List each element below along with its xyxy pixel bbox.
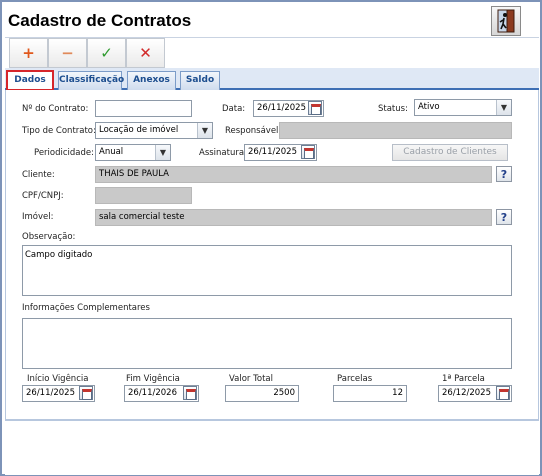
- cadastro-clientes-button[interactable]: Cadastro de Clientes: [392, 144, 508, 161]
- door-exit-icon: [497, 9, 515, 33]
- inicio-input[interactable]: 26/11/2025: [22, 385, 95, 402]
- tab-anexos[interactable]: Anexos: [127, 71, 176, 90]
- status-select[interactable]: Ativo ▼: [414, 99, 512, 116]
- data-value: 26/11/2025: [257, 103, 306, 113]
- data-label: Data:: [222, 104, 246, 114]
- imovel-label: Imóvel:: [22, 212, 54, 222]
- calendar-icon[interactable]: [183, 386, 197, 400]
- window-title: Cadastro de Contratos: [8, 11, 192, 30]
- info-textarea[interactable]: [22, 318, 512, 369]
- cpf-label: CPF/CNPJ:: [22, 191, 64, 201]
- dados-panel: Nº do Contrato: Data: 26/11/2025 Status:…: [5, 90, 539, 420]
- calendar-icon[interactable]: [308, 101, 322, 115]
- chevron-down-icon[interactable]: ▼: [197, 123, 212, 138]
- inicio-value: 26/11/2025: [26, 388, 75, 398]
- tipo-value: Locação de imóvel: [99, 125, 179, 135]
- footer-area: [5, 420, 539, 475]
- status-label: Status:: [378, 104, 408, 114]
- periodicidade-value: Anual: [99, 147, 124, 157]
- parcelas-label: Parcelas: [337, 374, 373, 384]
- assinatura-input[interactable]: 26/11/2025: [244, 144, 317, 161]
- imovel-field: sala comercial teste: [95, 209, 492, 226]
- calendar-icon[interactable]: [496, 386, 510, 400]
- observacao-label: Observação:: [22, 232, 76, 242]
- info-label: Informações Complementares: [22, 303, 150, 313]
- cpf-field: [95, 187, 192, 204]
- inicio-label: Início Vigência: [27, 374, 89, 384]
- help-icon[interactable]: ?: [496, 166, 512, 182]
- tab-dados[interactable]: Dados: [6, 70, 54, 91]
- primeira-input[interactable]: 26/12/2025: [438, 385, 512, 402]
- primeira-label: 1ª Parcela: [442, 374, 485, 384]
- primeira-value: 26/12/2025: [442, 388, 491, 398]
- tipo-label: Tipo de Contrato:: [22, 126, 96, 136]
- confirm-button[interactable]: ✓: [87, 38, 126, 68]
- chevron-down-icon[interactable]: ▼: [155, 145, 170, 160]
- help-icon[interactable]: ?: [496, 209, 512, 225]
- tab-classificacao[interactable]: Classificação: [58, 71, 124, 90]
- tipo-select[interactable]: Locação de imóvel ▼: [95, 122, 213, 139]
- valor-input[interactable]: 2500: [225, 385, 299, 402]
- periodicidade-select[interactable]: Anual ▼: [95, 144, 171, 161]
- calendar-icon[interactable]: [301, 145, 315, 159]
- responsavel-label: Responsável:: [225, 126, 282, 136]
- numero-label: Nº do Contrato:: [22, 104, 89, 114]
- parcelas-input[interactable]: 12: [333, 385, 407, 402]
- status-value: Ativo: [418, 102, 440, 112]
- add-button[interactable]: +: [9, 38, 48, 68]
- fim-input[interactable]: 26/11/2026: [124, 385, 199, 402]
- tab-bar: Dados Classificação Anexos Saldo: [5, 68, 539, 91]
- fim-label: Fim Vigência: [126, 374, 180, 384]
- exit-button[interactable]: [491, 6, 521, 36]
- remove-button[interactable]: −: [48, 38, 87, 68]
- numero-input[interactable]: [95, 100, 192, 117]
- cliente-field: THAIS DE PAULA: [95, 166, 492, 183]
- toolbar: + − ✓ ✕: [5, 37, 539, 68]
- calendar-icon[interactable]: [79, 386, 93, 400]
- assinatura-value: 26/11/2025: [248, 147, 297, 157]
- tab-saldo[interactable]: Saldo: [180, 71, 220, 90]
- fim-value: 26/11/2026: [128, 388, 177, 398]
- periodicidade-label: Periodicidade:: [34, 148, 94, 158]
- responsavel-field: [279, 122, 512, 139]
- observacao-textarea[interactable]: Campo digitado: [22, 245, 512, 296]
- valor-label: Valor Total: [229, 374, 273, 384]
- cancel-button[interactable]: ✕: [126, 38, 165, 68]
- contract-window: Cadastro de Contratos + − ✓ ✕ Dados Clas…: [0, 0, 542, 476]
- data-input[interactable]: 26/11/2025: [253, 100, 324, 117]
- assinatura-label: Assinatura:: [199, 148, 247, 158]
- cliente-label: Cliente:: [22, 170, 55, 180]
- chevron-down-icon[interactable]: ▼: [496, 100, 511, 115]
